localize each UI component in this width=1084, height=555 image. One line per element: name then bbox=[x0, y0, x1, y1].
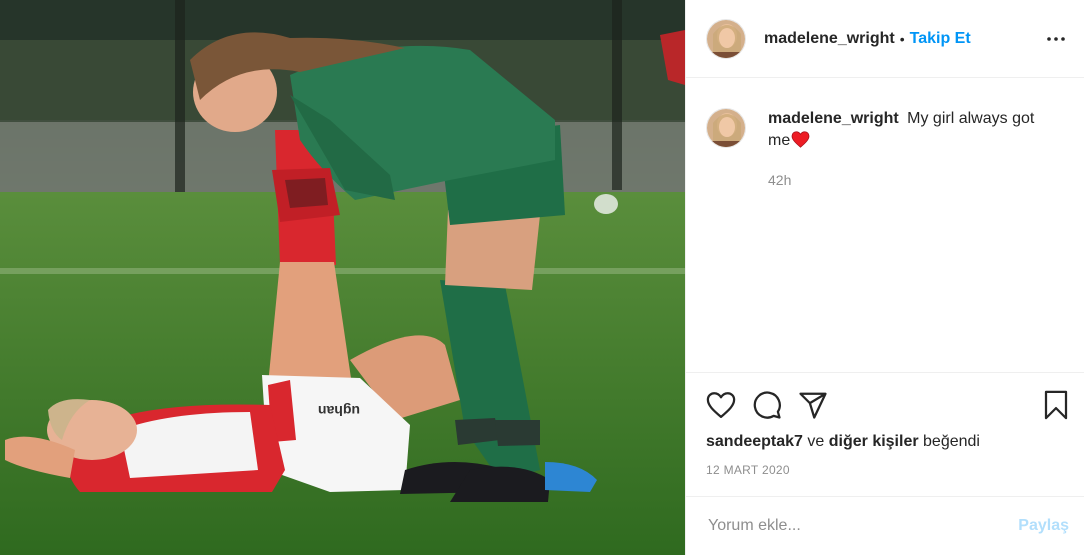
post-side-panel: madelene_wright • Takip Et madelene_wrig… bbox=[685, 0, 1084, 555]
caption-time: 42h bbox=[768, 172, 792, 188]
post-actions: sandeeptak7 ve diğer kişiler beğendi 12 … bbox=[686, 372, 1084, 477]
more-options-icon[interactable] bbox=[1044, 27, 1068, 51]
liker-username[interactable]: sandeeptak7 bbox=[706, 433, 803, 450]
separator-dot: • bbox=[899, 30, 905, 47]
paper-plane-icon[interactable] bbox=[798, 391, 828, 419]
red-heart-emoji-icon bbox=[791, 131, 810, 155]
likes-suffix: beğendi bbox=[923, 433, 980, 450]
caption-avatar[interactable] bbox=[706, 108, 746, 148]
post-date: 12 MART 2020 bbox=[706, 463, 790, 477]
shorts-sponsor-text: ughan bbox=[318, 403, 360, 419]
post-caption: madelene_wright My girl always got me 42… bbox=[686, 78, 1084, 191]
caption-username[interactable]: madelene_wright bbox=[768, 110, 899, 127]
share-comment-button[interactable]: Paylaş bbox=[1018, 517, 1069, 535]
add-comment-bar: Paylaş bbox=[686, 496, 1084, 555]
likes-others-link[interactable]: diğer kişiler bbox=[829, 433, 919, 450]
post-photo[interactable]: ughan bbox=[0, 0, 685, 555]
avatar-image bbox=[707, 19, 745, 58]
caption-body: madelene_wright My girl always got me 42… bbox=[768, 108, 1058, 191]
likes-connector: ve bbox=[807, 433, 825, 450]
comment-input[interactable] bbox=[706, 516, 1019, 536]
likes-line: sandeeptak7 ve diğer kişiler beğendi bbox=[686, 423, 1084, 451]
caption-avatar-image bbox=[707, 109, 745, 147]
follow-button[interactable]: Takip Et bbox=[910, 30, 971, 48]
instagram-post: ughan madelene_wright • Takip Et madelen… bbox=[0, 0, 1084, 555]
comment-icon[interactable] bbox=[752, 390, 782, 420]
bookmark-icon[interactable] bbox=[1043, 390, 1069, 420]
action-icons bbox=[686, 373, 1084, 423]
heart-icon[interactable] bbox=[706, 391, 736, 419]
photo-illustration: ughan bbox=[0, 0, 685, 555]
post-author-username[interactable]: madelene_wright bbox=[764, 30, 895, 48]
avatar[interactable] bbox=[706, 18, 746, 59]
post-header: madelene_wright • Takip Et bbox=[686, 0, 1084, 78]
